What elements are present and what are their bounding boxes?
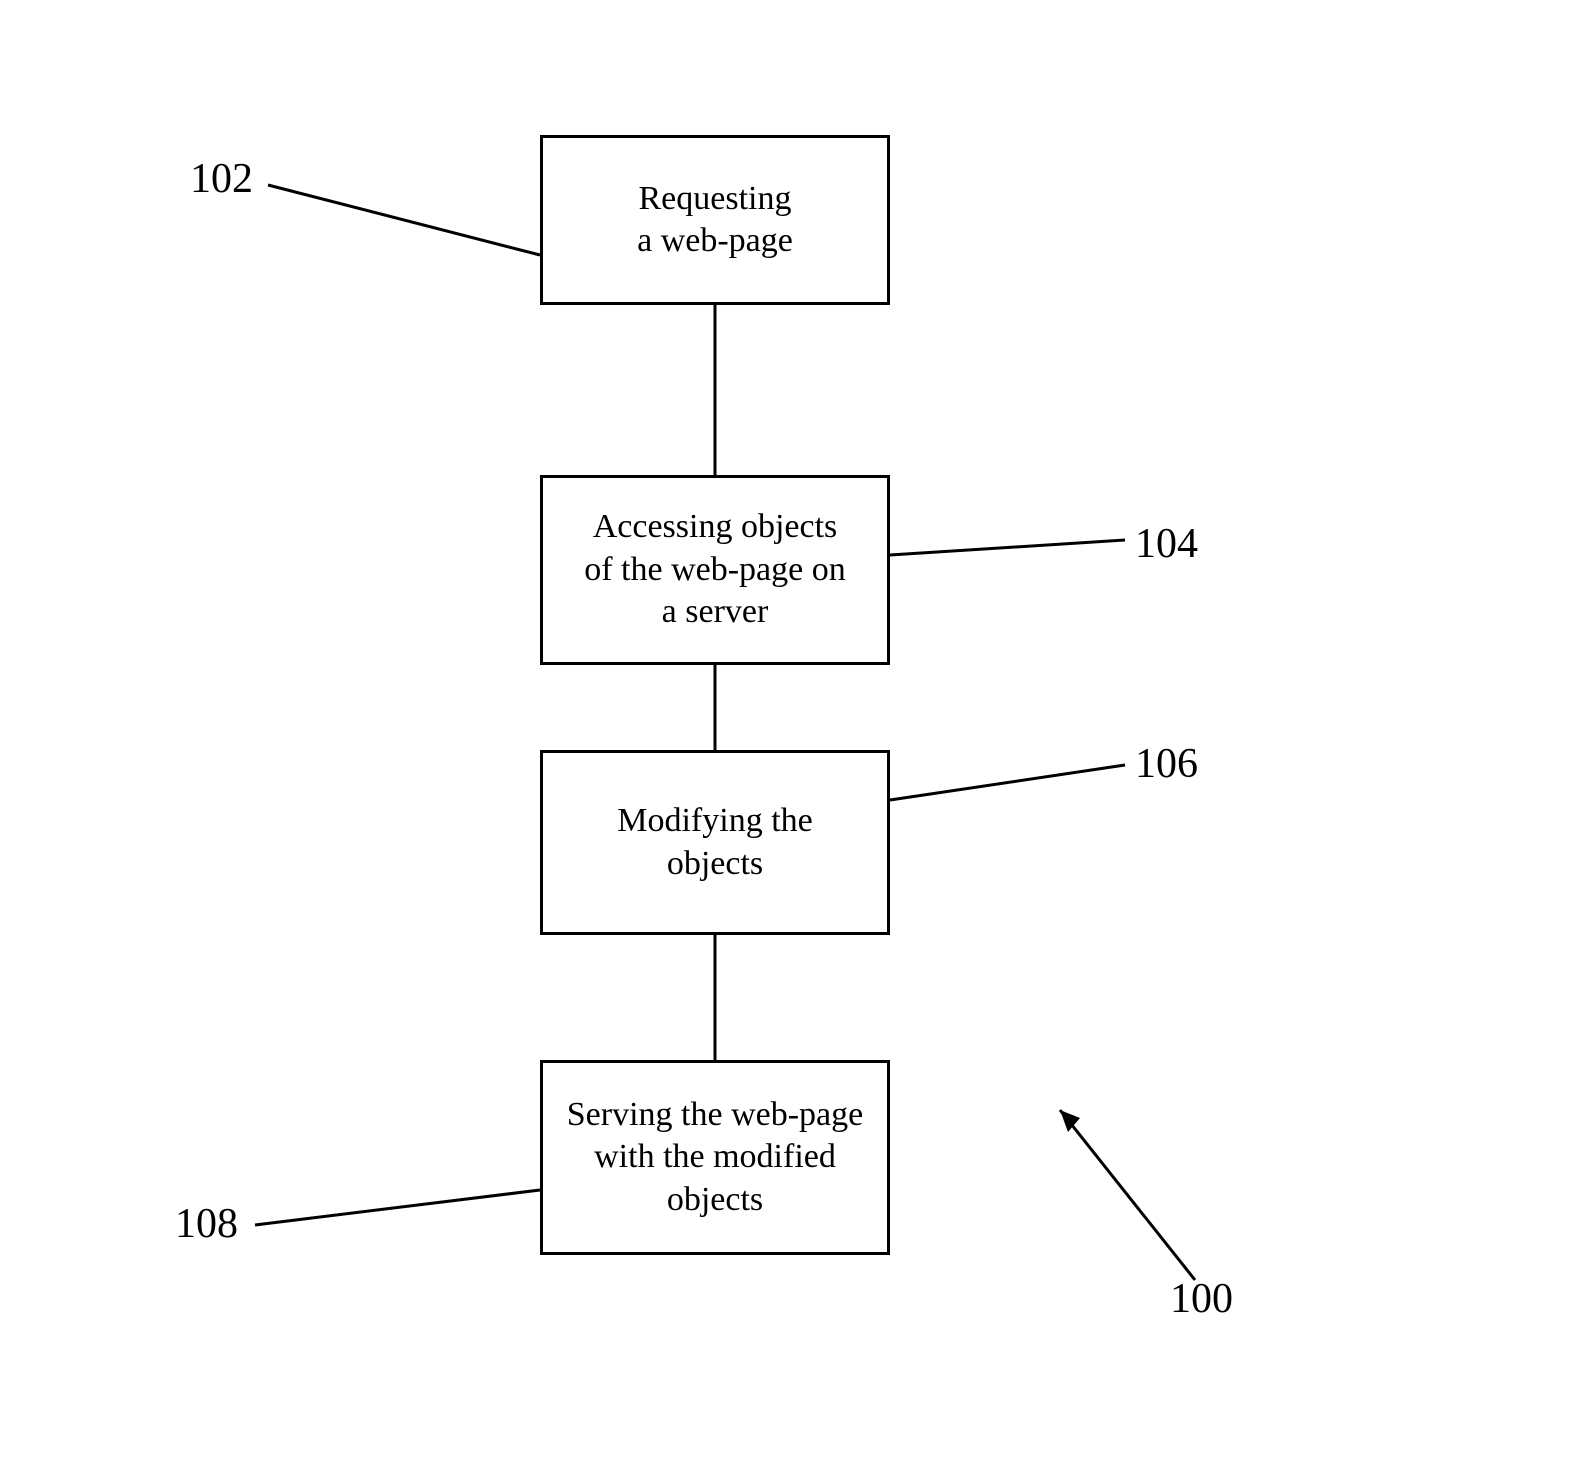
step-text-2: Accessing objectsof the web-page ona ser… <box>584 506 846 634</box>
step-box-1: Requestinga web-page <box>540 135 890 305</box>
step-text-3: Modifying theobjects <box>617 800 812 885</box>
step-box-3: Modifying theobjects <box>540 750 890 935</box>
ref-label-106: 106 <box>1135 740 1198 788</box>
ref-label-102: 102 <box>190 155 253 203</box>
flowchart-canvas: Requestinga web-page Accessing objectsof… <box>0 0 1576 1483</box>
leader-108 <box>255 1190 540 1225</box>
ref-label-108: 108 <box>175 1200 238 1248</box>
ref-label-100: 100 <box>1170 1275 1233 1323</box>
leader-106 <box>890 765 1125 800</box>
ref-label-104: 104 <box>1135 520 1198 568</box>
leader-100 <box>1060 1110 1195 1280</box>
step-box-4: Serving the web-pagewith the modifiedobj… <box>540 1060 890 1255</box>
leader-102 <box>268 185 540 255</box>
step-text-4: Serving the web-pagewith the modifiedobj… <box>567 1094 863 1222</box>
step-box-2: Accessing objectsof the web-page ona ser… <box>540 475 890 665</box>
leader-104 <box>890 540 1125 555</box>
step-text-1: Requestinga web-page <box>637 178 793 263</box>
